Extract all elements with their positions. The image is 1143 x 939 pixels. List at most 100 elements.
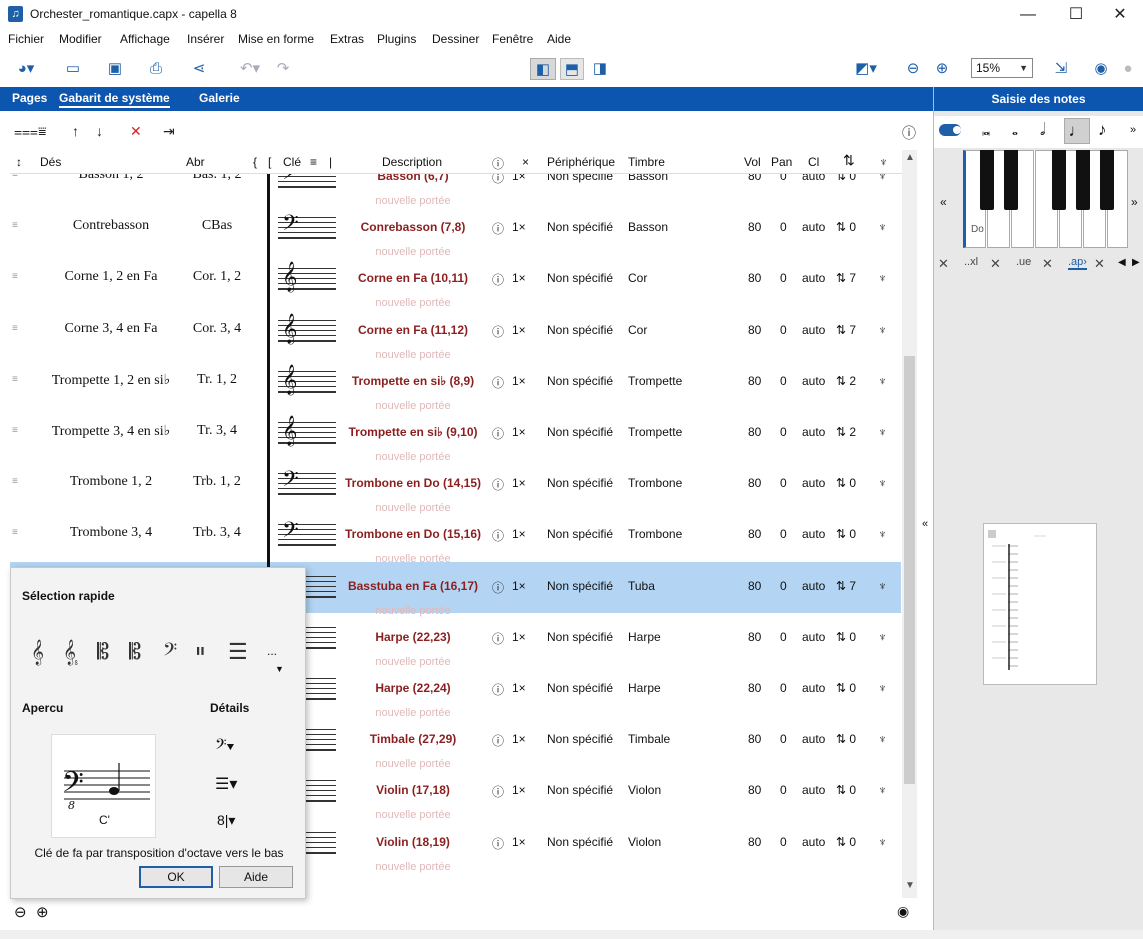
staff-description[interactable]: Timbale (27,29): [340, 732, 486, 746]
timbre-value[interactable]: Timbale: [628, 732, 670, 746]
move-up-icon[interactable]: ↑: [72, 123, 79, 139]
instrument-name[interactable]: Corne 1, 2 en Fa: [36, 269, 186, 285]
info-icon[interactable]: ⓘ: [492, 527, 504, 544]
transpose-cell[interactable]: ⇅ 2: [836, 425, 856, 439]
col-abr[interactable]: Abr: [186, 155, 205, 169]
col-pan[interactable]: Pan: [771, 155, 792, 169]
toggle-switch-icon[interactable]: ●: [1117, 58, 1139, 80]
minimize-button[interactable]: —: [1005, 0, 1051, 29]
info-icon[interactable]: ⓘ: [492, 476, 504, 493]
staff-count[interactable]: 1×: [512, 579, 526, 593]
timbre-value[interactable]: Violon: [628, 835, 661, 849]
staff-description[interactable]: Trompette en si♭ (8,9): [340, 374, 486, 388]
staff-description[interactable]: Harpe (22,24): [340, 681, 486, 695]
breve-note-icon[interactable]: 𝅜: [982, 122, 991, 139]
col-cle[interactable]: Clé: [283, 155, 301, 169]
col-description[interactable]: Description: [382, 155, 442, 169]
instrument-name[interactable]: Trombone 3, 4: [36, 525, 186, 541]
info-icon[interactable]: ⓘ: [492, 681, 504, 698]
piano-key-fa-sharp[interactable]: [1052, 150, 1066, 210]
pan-value[interactable]: 0: [780, 579, 787, 593]
volume-value[interactable]: 80: [748, 579, 761, 593]
staff-description[interactable]: Trombone en Do (14,15): [340, 476, 486, 490]
sound-icon[interactable]: ♆: [878, 579, 887, 593]
drag-handle-icon[interactable]: ≡: [12, 527, 24, 538]
volume-value[interactable]: 80: [748, 425, 761, 439]
table-row[interactable]: Contrebasson CBas Conrebasson (7,8) ⓘ 1× Non …: [10, 203, 901, 258]
transpose-cell[interactable]: ⇅ 0: [836, 220, 856, 234]
tab-right-icon[interactable]: ▶: [1132, 257, 1140, 268]
open-icon[interactable]: ▭: [62, 58, 84, 80]
piano-right-icon[interactable]: »: [1131, 195, 1138, 209]
page-thumbnail[interactable]: [983, 523, 1097, 685]
close-tab-icon[interactable]: ✕: [938, 256, 949, 272]
sound-icon[interactable]: ♆: [878, 476, 887, 490]
timbre-value[interactable]: Harpe: [628, 681, 661, 695]
close-tab-icon[interactable]: ✕: [1042, 256, 1053, 272]
timbre-value[interactable]: Tuba: [628, 579, 655, 593]
device-value[interactable]: Non spécifié: [547, 783, 613, 797]
piano-left-icon[interactable]: «: [940, 195, 947, 209]
info-icon[interactable]: ⓘ: [492, 630, 504, 647]
right-panel-toggle-icon[interactable]: ◨: [589, 58, 611, 80]
channel-value[interactable]: auto: [802, 835, 825, 849]
treble-clef-icon[interactable]: 𝄞: [31, 640, 44, 665]
menu-aide[interactable]: Aide: [547, 32, 571, 46]
piano-key-do-sharp[interactable]: [980, 150, 994, 210]
col-vol[interactable]: Vol: [744, 155, 761, 169]
new-staff-placeholder[interactable]: nouvelle portée: [340, 861, 486, 873]
device-value[interactable]: Non spécifié: [547, 681, 613, 695]
piano-key-la-sharp[interactable]: [1100, 150, 1114, 210]
pan-value[interactable]: 0: [780, 271, 787, 285]
volume-value[interactable]: 80: [748, 527, 761, 541]
no-clef-icon[interactable]: ☰: [228, 640, 248, 665]
transpose-cell[interactable]: ⇅ 7: [836, 271, 856, 285]
transpose-cell[interactable]: ⇅ 0: [836, 174, 856, 183]
sound-icon[interactable]: ♆: [878, 271, 887, 285]
tab-left-icon[interactable]: ◀: [1118, 257, 1126, 268]
device-value[interactable]: Non spécifié: [547, 174, 613, 183]
info-icon[interactable]: ⓘ: [492, 220, 504, 237]
collapse-panel-icon[interactable]: «: [922, 518, 928, 530]
staff-count[interactable]: 1×: [512, 630, 526, 644]
sound-icon[interactable]: ♆: [878, 835, 887, 849]
staff-count[interactable]: 1×: [512, 783, 526, 797]
drag-handle-icon[interactable]: ≡: [12, 220, 24, 231]
whole-note-icon[interactable]: 𝅝: [1012, 122, 1018, 139]
percussion-clef-icon[interactable]: 𝄥: [197, 640, 204, 665]
device-value[interactable]: Non spécifié: [547, 835, 613, 849]
bass-clef-icon[interactable]: 𝄢: [163, 640, 177, 665]
staff-lines-detail-icon[interactable]: ☰▾: [215, 774, 237, 794]
col-des[interactable]: Dés: [40, 155, 61, 169]
volume-value[interactable]: 80: [748, 783, 761, 797]
device-value[interactable]: Non spécifié: [547, 374, 613, 388]
aide-button[interactable]: Aide: [219, 866, 293, 888]
col-lines[interactable]: ≡: [310, 155, 317, 169]
file-tab-3[interactable]: .ap›: [1068, 256, 1087, 270]
transpose-cell[interactable]: ⇅ 7: [836, 579, 856, 593]
drag-handle-icon[interactable]: ≡: [12, 374, 24, 385]
staff-count[interactable]: 1×: [512, 425, 526, 439]
move-down-icon[interactable]: ↓: [96, 123, 103, 139]
staff-description[interactable]: Basson (6,7): [340, 174, 486, 183]
timbre-value[interactable]: Harpe: [628, 630, 661, 644]
pan-value[interactable]: 0: [780, 220, 787, 234]
pan-value[interactable]: 0: [780, 527, 787, 541]
half-note-icon[interactable]: 𝅗𝅥: [1040, 120, 1045, 140]
info-icon[interactable]: ⓘ: [492, 374, 504, 391]
sound-icon[interactable]: ♆: [878, 220, 887, 234]
add-staff-icon[interactable]: ⩶: [14, 123, 38, 140]
instrument-name[interactable]: Trompette 3, 4 en si♭: [36, 423, 186, 440]
tenor-clef-icon[interactable]: 𝄡: [129, 640, 141, 665]
staff-description[interactable]: Harpe (22,23): [340, 630, 486, 644]
close-tab-icon[interactable]: ✕: [990, 256, 1001, 272]
channel-value[interactable]: auto: [802, 476, 825, 490]
staff-count[interactable]: 1×: [512, 527, 526, 541]
pan-value[interactable]: 0: [780, 835, 787, 849]
instrument-abbreviation[interactable]: Cor. 1, 2: [182, 269, 252, 285]
col-brace[interactable]: {: [253, 155, 257, 169]
channel-value[interactable]: auto: [802, 783, 825, 797]
instrument-name[interactable]: Contrebasson: [36, 218, 186, 234]
device-value[interactable]: Non spécifié: [547, 476, 613, 490]
page-setup-icon[interactable]: ◩▾: [848, 58, 884, 80]
